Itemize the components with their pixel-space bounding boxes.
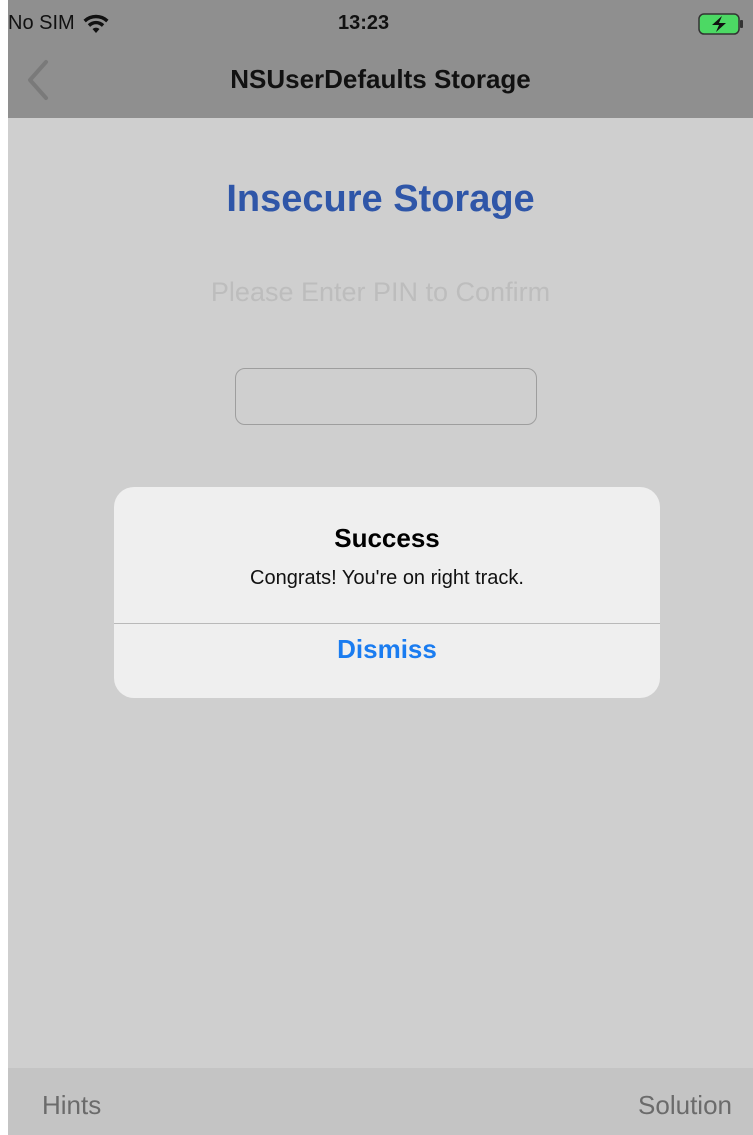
carrier-label: No SIM: [8, 12, 75, 34]
nav-title: NSUserDefaults Storage: [230, 64, 531, 94]
alert-message: Congrats! You're on right track.: [250, 567, 524, 589]
solution-button[interactable]: Solution: [638, 1090, 732, 1121]
pin-input[interactable]: [235, 368, 537, 425]
battery-charging-icon: [698, 13, 743, 35]
page-title: Insecure Storage: [226, 178, 535, 220]
wifi-icon: [83, 14, 109, 33]
status-bar: No SIM 13:23: [8, 0, 753, 50]
alert-title: Success: [334, 523, 440, 553]
navigation-bar: NSUserDefaults Storage: [8, 50, 753, 118]
app-screen: No SIM 13:23 NSUserDefaults Storage Inse…: [8, 0, 753, 1135]
bottom-toolbar: Hints Solution: [8, 1068, 753, 1135]
pin-prompt: Please Enter PIN to Confirm: [210, 277, 551, 307]
success-alert: Success Congrats! You're on right track.…: [114, 487, 660, 698]
dismiss-button[interactable]: Dismiss: [114, 624, 660, 698]
clock: 13:23: [338, 12, 390, 34]
hints-button[interactable]: Hints: [42, 1090, 101, 1121]
carrier-status: No SIM: [8, 12, 109, 35]
